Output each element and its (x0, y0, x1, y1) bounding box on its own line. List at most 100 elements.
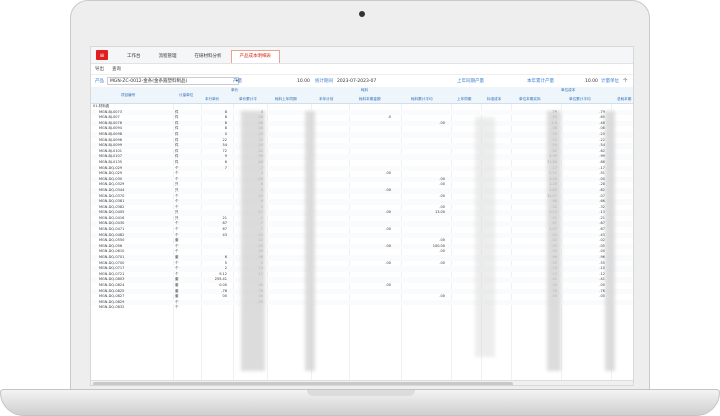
value-cell-e: 13.00 (434, 210, 445, 215)
material-code: MGN-DQ-0825 (99, 288, 125, 293)
tab-material-analysis[interactable]: 在研材料分析 (186, 50, 231, 63)
material-code: MGN-DQ-030 (99, 176, 123, 181)
material-code: MGN-DQ-056 (99, 243, 123, 248)
tree-root-label: 01-材料费 (93, 104, 110, 108)
unit-cell: 个 (175, 232, 179, 237)
unit-cell: 个 (175, 221, 179, 226)
value-cell-d: .00 (385, 260, 391, 265)
value-cell-a: 8 (224, 109, 227, 114)
material-code: MGN-DQ-0344 (99, 187, 125, 192)
unit-cell: 个 (175, 266, 179, 271)
horizontal-scrollbar[interactable] (91, 380, 633, 385)
unit-cell: 件 (175, 131, 179, 136)
value-cell-a: 0 (224, 131, 227, 136)
header-plan: 本年计划 (319, 97, 334, 101)
toolbar: 导出 查询 (91, 64, 633, 75)
value-cell-a: 255.41 (214, 277, 227, 282)
value-cell-a: 22 (222, 137, 227, 142)
unit-cell: 个 (175, 260, 179, 265)
unit-cell: 个 (175, 227, 179, 232)
export-button[interactable]: 导出 (95, 66, 104, 72)
material-code: MGN-DQ-029 (99, 165, 123, 170)
material-code: MGN-DQ-0700 (99, 260, 125, 265)
material-code: MGN-DQ-0610 (99, 249, 125, 254)
material-code: MGN-DQ-0721 (99, 271, 125, 276)
period-label: 统计期间 (315, 79, 333, 84)
material-code: MGN-DQ-0827 (99, 294, 125, 299)
unit-cell: 个 (175, 249, 179, 254)
tab-product-cost[interactable]: 产品成本明细表 (230, 50, 280, 63)
header-this-price: 本行单价 (205, 97, 220, 101)
header-material-amount: 耗料本期金额 (359, 97, 381, 101)
header-unit-cost-this: 单位本期实际 (519, 97, 541, 101)
material-code: MGN-DQ-0416 (99, 215, 125, 220)
value-cell-e: 100.00 (432, 243, 445, 248)
output-value: 10.00 (297, 78, 310, 84)
material-code: MGN-DQ-0824 (99, 283, 125, 287)
value-cell-a: 00 (222, 294, 227, 299)
unit-cell: 套 (175, 294, 179, 299)
header-material-cum: 耗料累计平均 (411, 97, 433, 101)
product-select[interactable]: MGN-ZC-0012-金条(金条箍塑料制品) ▾ (107, 77, 239, 85)
value-cell-a: 8 (224, 115, 227, 120)
value-cell-a: 9 (224, 154, 227, 159)
material-code: MGN-DQ-0382 (99, 204, 125, 209)
tab-workbench[interactable]: 工作台 (118, 50, 150, 63)
home-icon[interactable]: ≡ (96, 50, 108, 60)
product-label: 产品 (95, 79, 104, 84)
header-unit-cost-cum: 单位累计平均 (569, 97, 591, 101)
material-code: MGN-DQ-0482 (99, 232, 125, 237)
material-code: MGN-DQ-029 (99, 171, 123, 176)
value-cell-e: .00 (439, 182, 445, 187)
material-code: MGN-DQ-0803 (99, 277, 125, 282)
header-group-unit-cost: 单位成本 (561, 88, 576, 92)
material-code: MGN-DQ-0829 (99, 299, 125, 304)
value-cell-d: .00 (385, 187, 391, 192)
unit-cell: 个 (175, 305, 179, 310)
value-cell-a: 87 (222, 221, 227, 226)
material-code: MGN-DQ-0430 (99, 221, 125, 226)
unit-cell: 只 (175, 187, 179, 192)
value-cell-a: 67 (222, 227, 227, 232)
header-group-price: 单价 (231, 88, 239, 92)
unit-cell: 套 (175, 288, 179, 293)
query-button[interactable]: 查询 (112, 66, 121, 72)
period-input[interactable]: 2023-07-2023-07 (337, 79, 376, 84)
header-prev-material: 耗料上年同期 (275, 97, 297, 101)
value-cell-d: .00 (385, 210, 391, 215)
unit-cell: 个 (175, 199, 179, 204)
material-code: MGN-BJ-0094 (99, 126, 122, 131)
material-code: MGN-BJ-0098 (99, 131, 122, 136)
value-cell-d: .00 (385, 243, 391, 248)
unit-label: 计量单位 (601, 79, 619, 84)
laptop-notch (307, 390, 415, 396)
value-cell-e: .00 (439, 176, 445, 181)
laptop-base (0, 389, 720, 416)
material-code: MGN-BJ-0135 (99, 159, 122, 164)
value-cell-e: .00 (439, 260, 445, 265)
screen: ≡ 工作台 流程管理 在研材料分析 产品成本明细表 导出 查询 产品 MGN-Z… (90, 46, 634, 386)
value-cell-a: 6 (224, 255, 227, 260)
scroll-thumb[interactable] (93, 382, 513, 385)
value-cell-a: 9.12 (219, 271, 227, 276)
material-code: MGN-BJ-0107 (99, 154, 122, 159)
value-cell-a: 7 (224, 165, 227, 170)
tab-process[interactable]: 流程管理 (150, 50, 186, 63)
unit-cell: 件 (175, 109, 179, 114)
unit-cell: 个 (175, 171, 179, 176)
header-last: 总耗本期 (617, 97, 632, 101)
unit-cell: 件 (175, 137, 179, 142)
unit-cell: 件 (175, 159, 179, 164)
table-header: 项目编号 计量单位 单价 本行单价 单价累计平 耗料 耗料上年同期 本年计划 耗… (91, 87, 633, 104)
value-cell-e: .00 (439, 238, 445, 243)
material-code: MGN-BJ-007 (99, 115, 120, 120)
prev-output-label: 上年同期产量 (457, 79, 484, 84)
value-cell-d: .00 (385, 171, 391, 176)
value-cell-a: 0.00 (219, 283, 227, 287)
unit-cell: 套 (175, 277, 179, 282)
material-code: MGN-DQ-0550 (99, 238, 125, 243)
unit-cell: 套 (175, 255, 179, 260)
tab-bar: ≡ 工作台 流程管理 在研材料分析 产品成本明细表 (91, 47, 633, 64)
material-code: MGN-BJ-0076 (99, 120, 122, 125)
material-code: MGN-DQ-0832 (99, 305, 125, 310)
